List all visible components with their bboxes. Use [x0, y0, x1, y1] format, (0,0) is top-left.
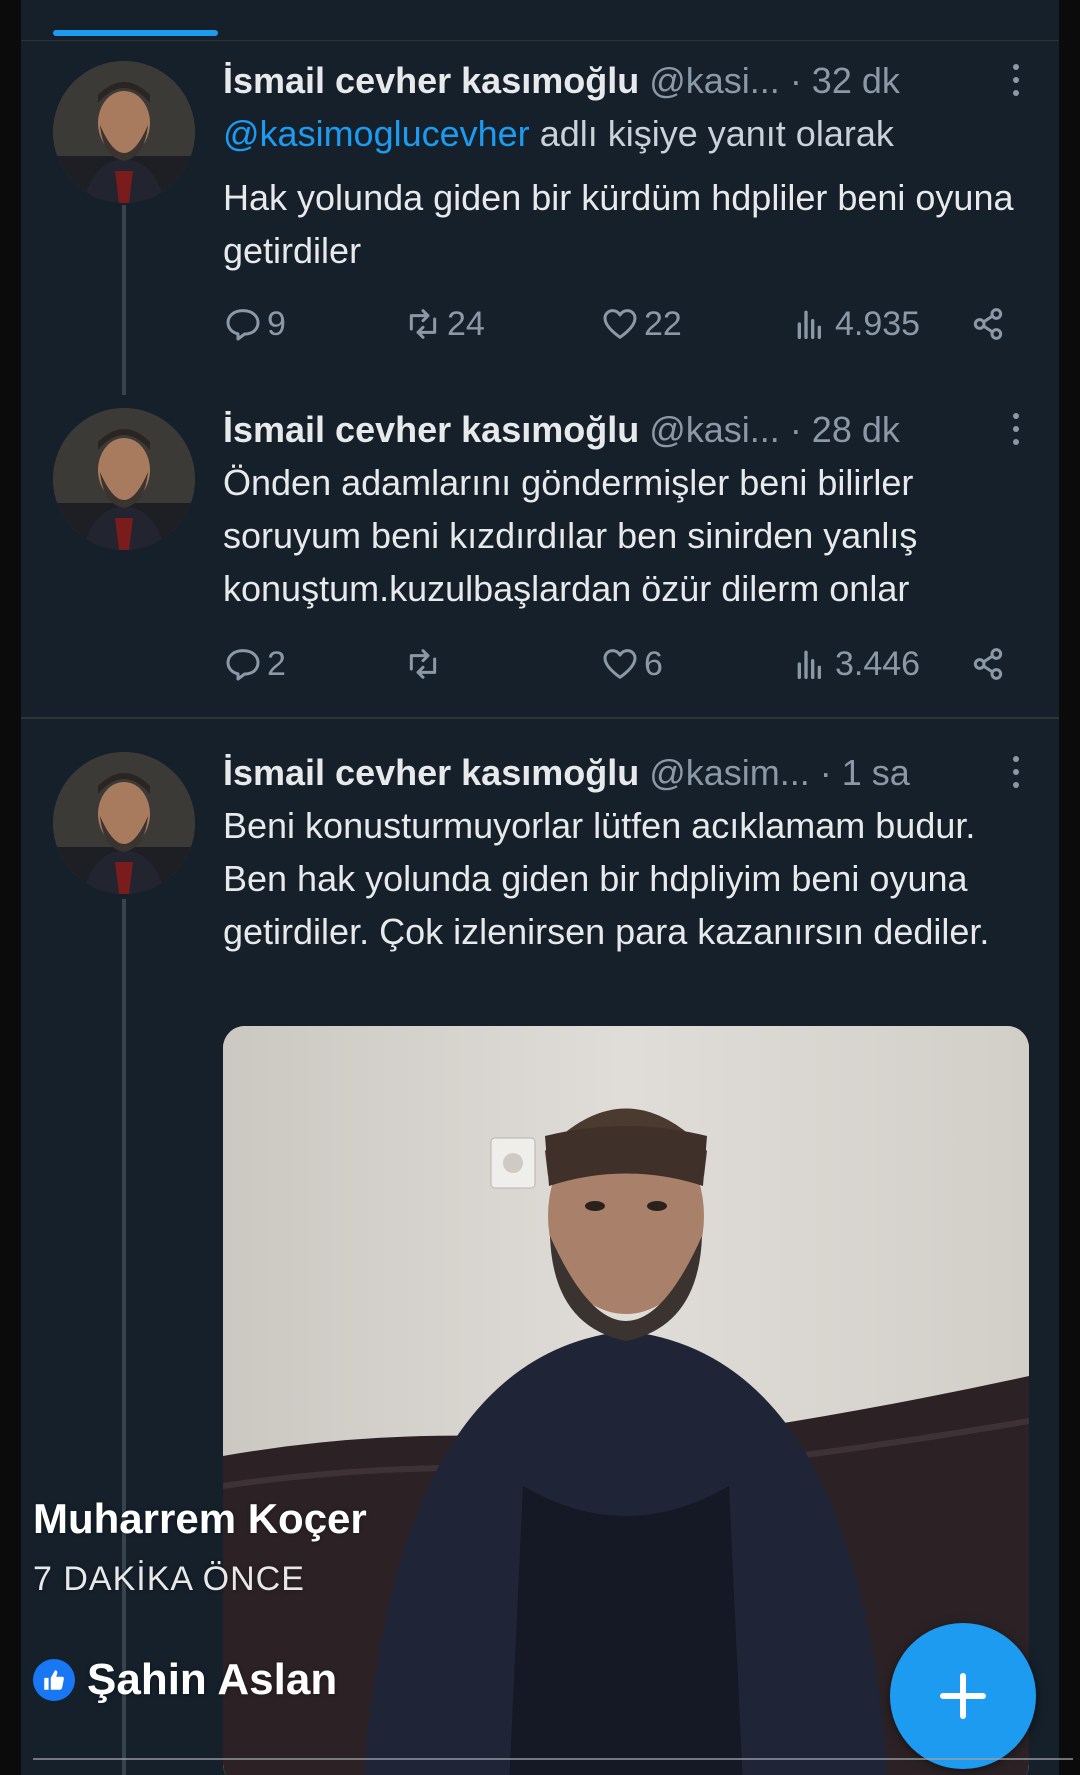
like-button[interactable]: 22: [600, 301, 682, 347]
like-button[interactable]: 6: [600, 641, 663, 687]
avatar[interactable]: [53, 408, 195, 550]
reply-context: @kasimoglucevher adlı kişiye yanıt olara…: [223, 113, 894, 155]
author-name[interactable]: İsmail cevher kasımoğlu: [223, 60, 639, 101]
share-button[interactable]: [968, 641, 1008, 687]
reply-button[interactable]: 9: [223, 301, 286, 347]
reply-context-text: adlı kişiye yanıt olarak: [539, 113, 894, 154]
tweet-time[interactable]: · 28 dk: [790, 409, 900, 450]
reply-count: 2: [267, 644, 286, 683]
tweet-text: Beni konusturmuyorlar lütfen acıklamam b…: [223, 805, 990, 952]
reply-count: 9: [267, 304, 286, 343]
like-icon: [603, 309, 637, 339]
retweet-button[interactable]: 24: [403, 301, 485, 347]
more-icon[interactable]: [1011, 756, 1021, 795]
share-author-name[interactable]: Muharrem Koçer: [33, 1495, 367, 1543]
thumbs-up-icon: [33, 1659, 75, 1701]
share-icon: [973, 308, 1003, 340]
tweet-time[interactable]: · 32 dk: [790, 60, 900, 101]
retweet-button[interactable]: [403, 641, 447, 687]
avatar[interactable]: [53, 752, 195, 894]
reply-button[interactable]: 2: [223, 641, 286, 687]
like-icon: [603, 649, 637, 679]
tweet-actions: 2 6 3.446: [223, 641, 1023, 691]
author-handle[interactable]: @kasi...: [649, 409, 780, 450]
views-icon: [797, 310, 821, 339]
views-button[interactable]: 3.446: [791, 641, 920, 687]
reactor-name[interactable]: Şahin Aslan: [87, 1655, 337, 1705]
like-count: 6: [644, 644, 663, 683]
views-button[interactable]: 4.935: [791, 301, 920, 347]
thread-line: [122, 899, 126, 1775]
reply-icon: [226, 309, 260, 341]
share-timestamp: 7 DAKİKA ÖNCE: [33, 1560, 305, 1598]
author-name[interactable]: İsmail cevher kasımoğlu: [223, 409, 639, 450]
share-button[interactable]: [968, 301, 1008, 347]
reply-mention-link[interactable]: @kasimoglucevher: [223, 113, 530, 154]
reply-icon: [226, 649, 260, 681]
retweet-count: 24: [447, 304, 485, 343]
author-handle[interactable]: @kasim...: [649, 752, 810, 793]
reaction-row[interactable]: Şahin Aslan: [33, 1655, 337, 1705]
avatar[interactable]: [53, 61, 195, 203]
tweet-text: Hak yolunda giden bir kürdüm hdpliler be…: [223, 177, 1014, 271]
retweet-icon: [409, 649, 437, 679]
retweet-icon: [409, 309, 437, 339]
tweet-header: İsmail cevher kasımoğlu @kasi... · 28 dk: [223, 409, 900, 451]
plus-icon: [940, 1673, 986, 1719]
author-name[interactable]: İsmail cevher kasımoğlu: [223, 752, 639, 793]
share-icon: [973, 648, 1003, 680]
thread-line: [122, 205, 126, 395]
tweet-2[interactable]: İsmail cevher kasımoğlu @kasi... · 28 dk…: [21, 395, 1059, 717]
more-icon[interactable]: [1011, 64, 1021, 103]
views-count: 3.446: [835, 644, 921, 683]
tweet-text: Önden adamlarını göndermişler beni bilir…: [223, 462, 918, 609]
author-handle[interactable]: @kasi...: [649, 60, 780, 101]
views-icon: [797, 650, 821, 679]
like-count: 22: [644, 304, 682, 343]
views-count: 4.935: [835, 304, 921, 343]
bottom-divider: [33, 1758, 1073, 1760]
tweet-actions: 9 24 22 4.935: [223, 301, 1023, 351]
compose-button[interactable]: [890, 1623, 1036, 1769]
tweet-header: İsmail cevher kasımoğlu @kasim... · 1 sa: [223, 752, 910, 794]
tweet-time[interactable]: · 1 sa: [820, 752, 910, 793]
tweet-1[interactable]: İsmail cevher kasımoğlu @kasi... · 32 dk…: [21, 0, 1059, 395]
tweet-header: İsmail cevher kasımoğlu @kasi... · 32 dk: [223, 60, 900, 102]
more-icon[interactable]: [1011, 413, 1021, 452]
